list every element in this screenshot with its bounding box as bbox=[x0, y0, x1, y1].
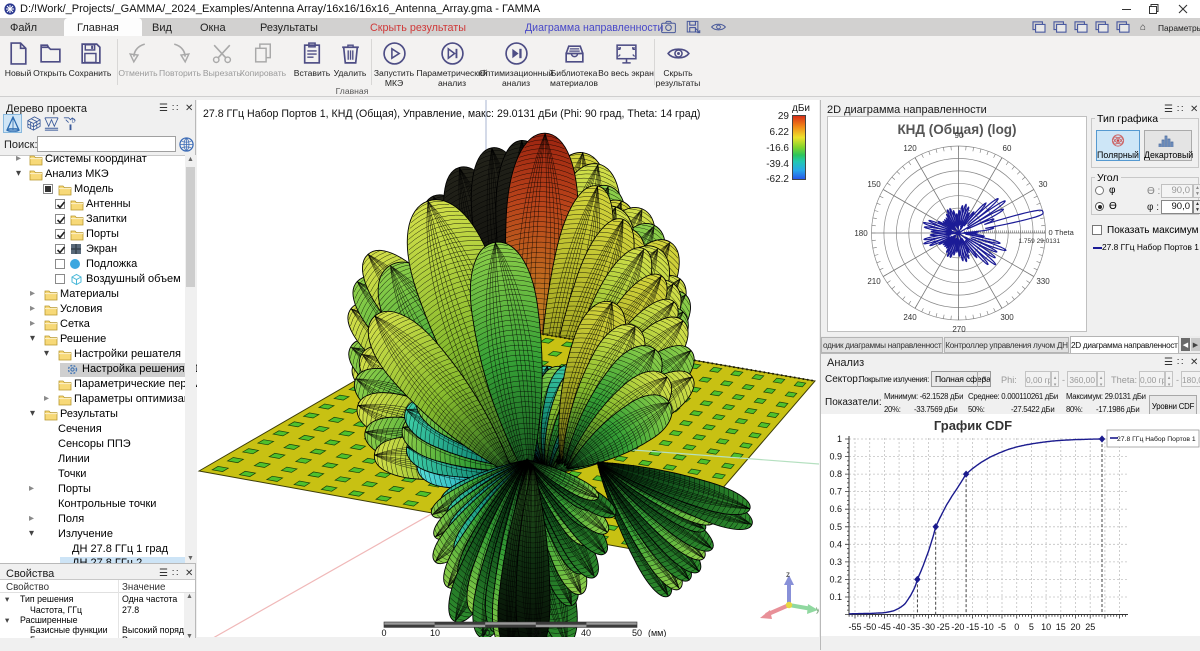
svg-text:-30: -30 bbox=[922, 622, 935, 632]
svg-text:-10: -10 bbox=[981, 622, 994, 632]
svg-text:270: 270 bbox=[952, 325, 966, 332]
svg-text:0.1: 0.1 bbox=[829, 592, 842, 602]
svg-text:50: 50 bbox=[632, 628, 642, 637]
svg-text:0: 0 bbox=[381, 628, 386, 637]
svg-text:10: 10 bbox=[430, 628, 440, 637]
svg-text:0.5: 0.5 bbox=[829, 522, 842, 532]
svg-text:180: 180 bbox=[854, 229, 868, 238]
svg-text:z: z bbox=[786, 570, 790, 579]
svg-text:-40: -40 bbox=[893, 622, 906, 632]
svg-text:0.7: 0.7 bbox=[829, 487, 842, 497]
svg-text:210: 210 bbox=[867, 277, 881, 286]
svg-text:-20: -20 bbox=[951, 622, 964, 632]
svg-text:27.8 ГГц Набор Портов 1: 27.8 ГГц Набор Портов 1 bbox=[1117, 435, 1196, 443]
svg-text:240: 240 bbox=[903, 313, 917, 322]
svg-text:330: 330 bbox=[1036, 277, 1050, 286]
svg-text:10: 10 bbox=[1041, 622, 1051, 632]
svg-text:-15: -15 bbox=[966, 622, 979, 632]
svg-text:1: 1 bbox=[837, 434, 842, 444]
svg-text:40: 40 bbox=[581, 628, 591, 637]
svg-text:-35: -35 bbox=[907, 622, 920, 632]
svg-text:300: 300 bbox=[1000, 313, 1014, 322]
svg-text:30: 30 bbox=[1039, 180, 1048, 189]
svg-text:-45: -45 bbox=[878, 622, 891, 632]
svg-text:0.6: 0.6 bbox=[829, 504, 842, 514]
svg-text:30: 30 bbox=[531, 628, 541, 637]
svg-text:-55: -55 bbox=[848, 622, 861, 632]
svg-text:5: 5 bbox=[1029, 622, 1034, 632]
svg-text:20: 20 bbox=[1070, 622, 1080, 632]
svg-text:-50: -50 bbox=[863, 622, 876, 632]
svg-text:15: 15 bbox=[1056, 622, 1066, 632]
svg-text:0.8: 0.8 bbox=[829, 469, 842, 479]
svg-text:0: 0 bbox=[1014, 622, 1019, 632]
svg-text:25: 25 bbox=[1085, 622, 1095, 632]
svg-text:0 Theta: 0 Theta bbox=[1049, 228, 1075, 237]
svg-text:60: 60 bbox=[1003, 144, 1012, 153]
svg-text:0.3: 0.3 bbox=[829, 557, 842, 567]
svg-text:1.759 29.0131: 1.759 29.0131 bbox=[1019, 238, 1061, 245]
svg-text:(мм): (мм) bbox=[648, 628, 666, 637]
svg-text:120: 120 bbox=[903, 144, 917, 153]
svg-text:-25: -25 bbox=[937, 622, 950, 632]
svg-text:0.9: 0.9 bbox=[829, 452, 842, 462]
svg-text:0.4: 0.4 bbox=[829, 539, 842, 549]
svg-text:0.2: 0.2 bbox=[829, 574, 842, 584]
svg-text:-5: -5 bbox=[998, 622, 1006, 632]
svg-text:20: 20 bbox=[480, 628, 490, 637]
svg-text:y: y bbox=[816, 605, 819, 614]
svg-text:График CDF: График CDF bbox=[934, 418, 1012, 433]
svg-text:90: 90 bbox=[955, 131, 964, 140]
svg-text:150: 150 bbox=[867, 180, 881, 189]
